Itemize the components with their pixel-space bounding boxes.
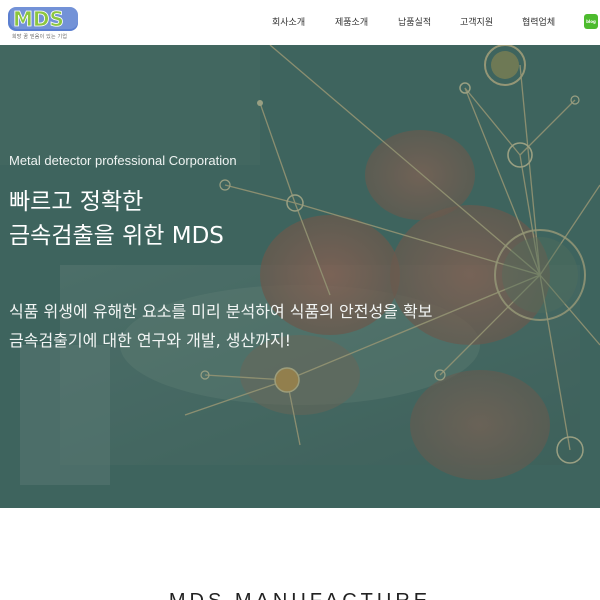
hero-title-line2: 금속검출을 위한 MDS (9, 223, 224, 249)
site-header: MDS 희망 꿈 믿음이 있는 기업 회사소개 제품소개 납품실적 고객지원 협… (0, 0, 600, 45)
main-nav: 회사소개 제품소개 납품실적 고객지원 협력업체 (0, 15, 600, 29)
hero-subtitle: Metal detector professional Corporation (9, 153, 237, 168)
nav-item-company[interactable]: 회사소개 (272, 15, 305, 28)
nav-item-deliveries[interactable]: 납품실적 (398, 15, 431, 28)
blog-label: blog (586, 19, 596, 24)
blog-icon[interactable]: blog (584, 14, 598, 29)
section-title: MDS MANUFACTURE (0, 590, 600, 600)
hero-overlay (0, 45, 600, 508)
hero-desc-line1: 식품 위생에 유해한 요소를 미리 분석하여 식품의 안전성을 확보 (9, 302, 433, 321)
hero-desc-line2: 금속검출기에 대한 연구와 개발, 생산까지! (9, 331, 292, 350)
nav-item-partners[interactable]: 협력업체 (522, 15, 555, 28)
logo-tagline: 희망 꿈 믿음이 있는 기업 (12, 34, 68, 40)
nav-item-products[interactable]: 제품소개 (335, 15, 368, 28)
hero-title-line1: 빠르고 정확한 (9, 189, 144, 215)
hero-title: 빠르고 정확한 금속검출을 위한 MDS (9, 185, 224, 253)
hero-description: 식품 위생에 유해한 요소를 미리 분석하여 식품의 안전성을 확보 금속검출기… (9, 297, 432, 355)
nav-item-support[interactable]: 고객지원 (460, 15, 493, 28)
hero-banner: Metal detector professional Corporation … (0, 45, 600, 508)
